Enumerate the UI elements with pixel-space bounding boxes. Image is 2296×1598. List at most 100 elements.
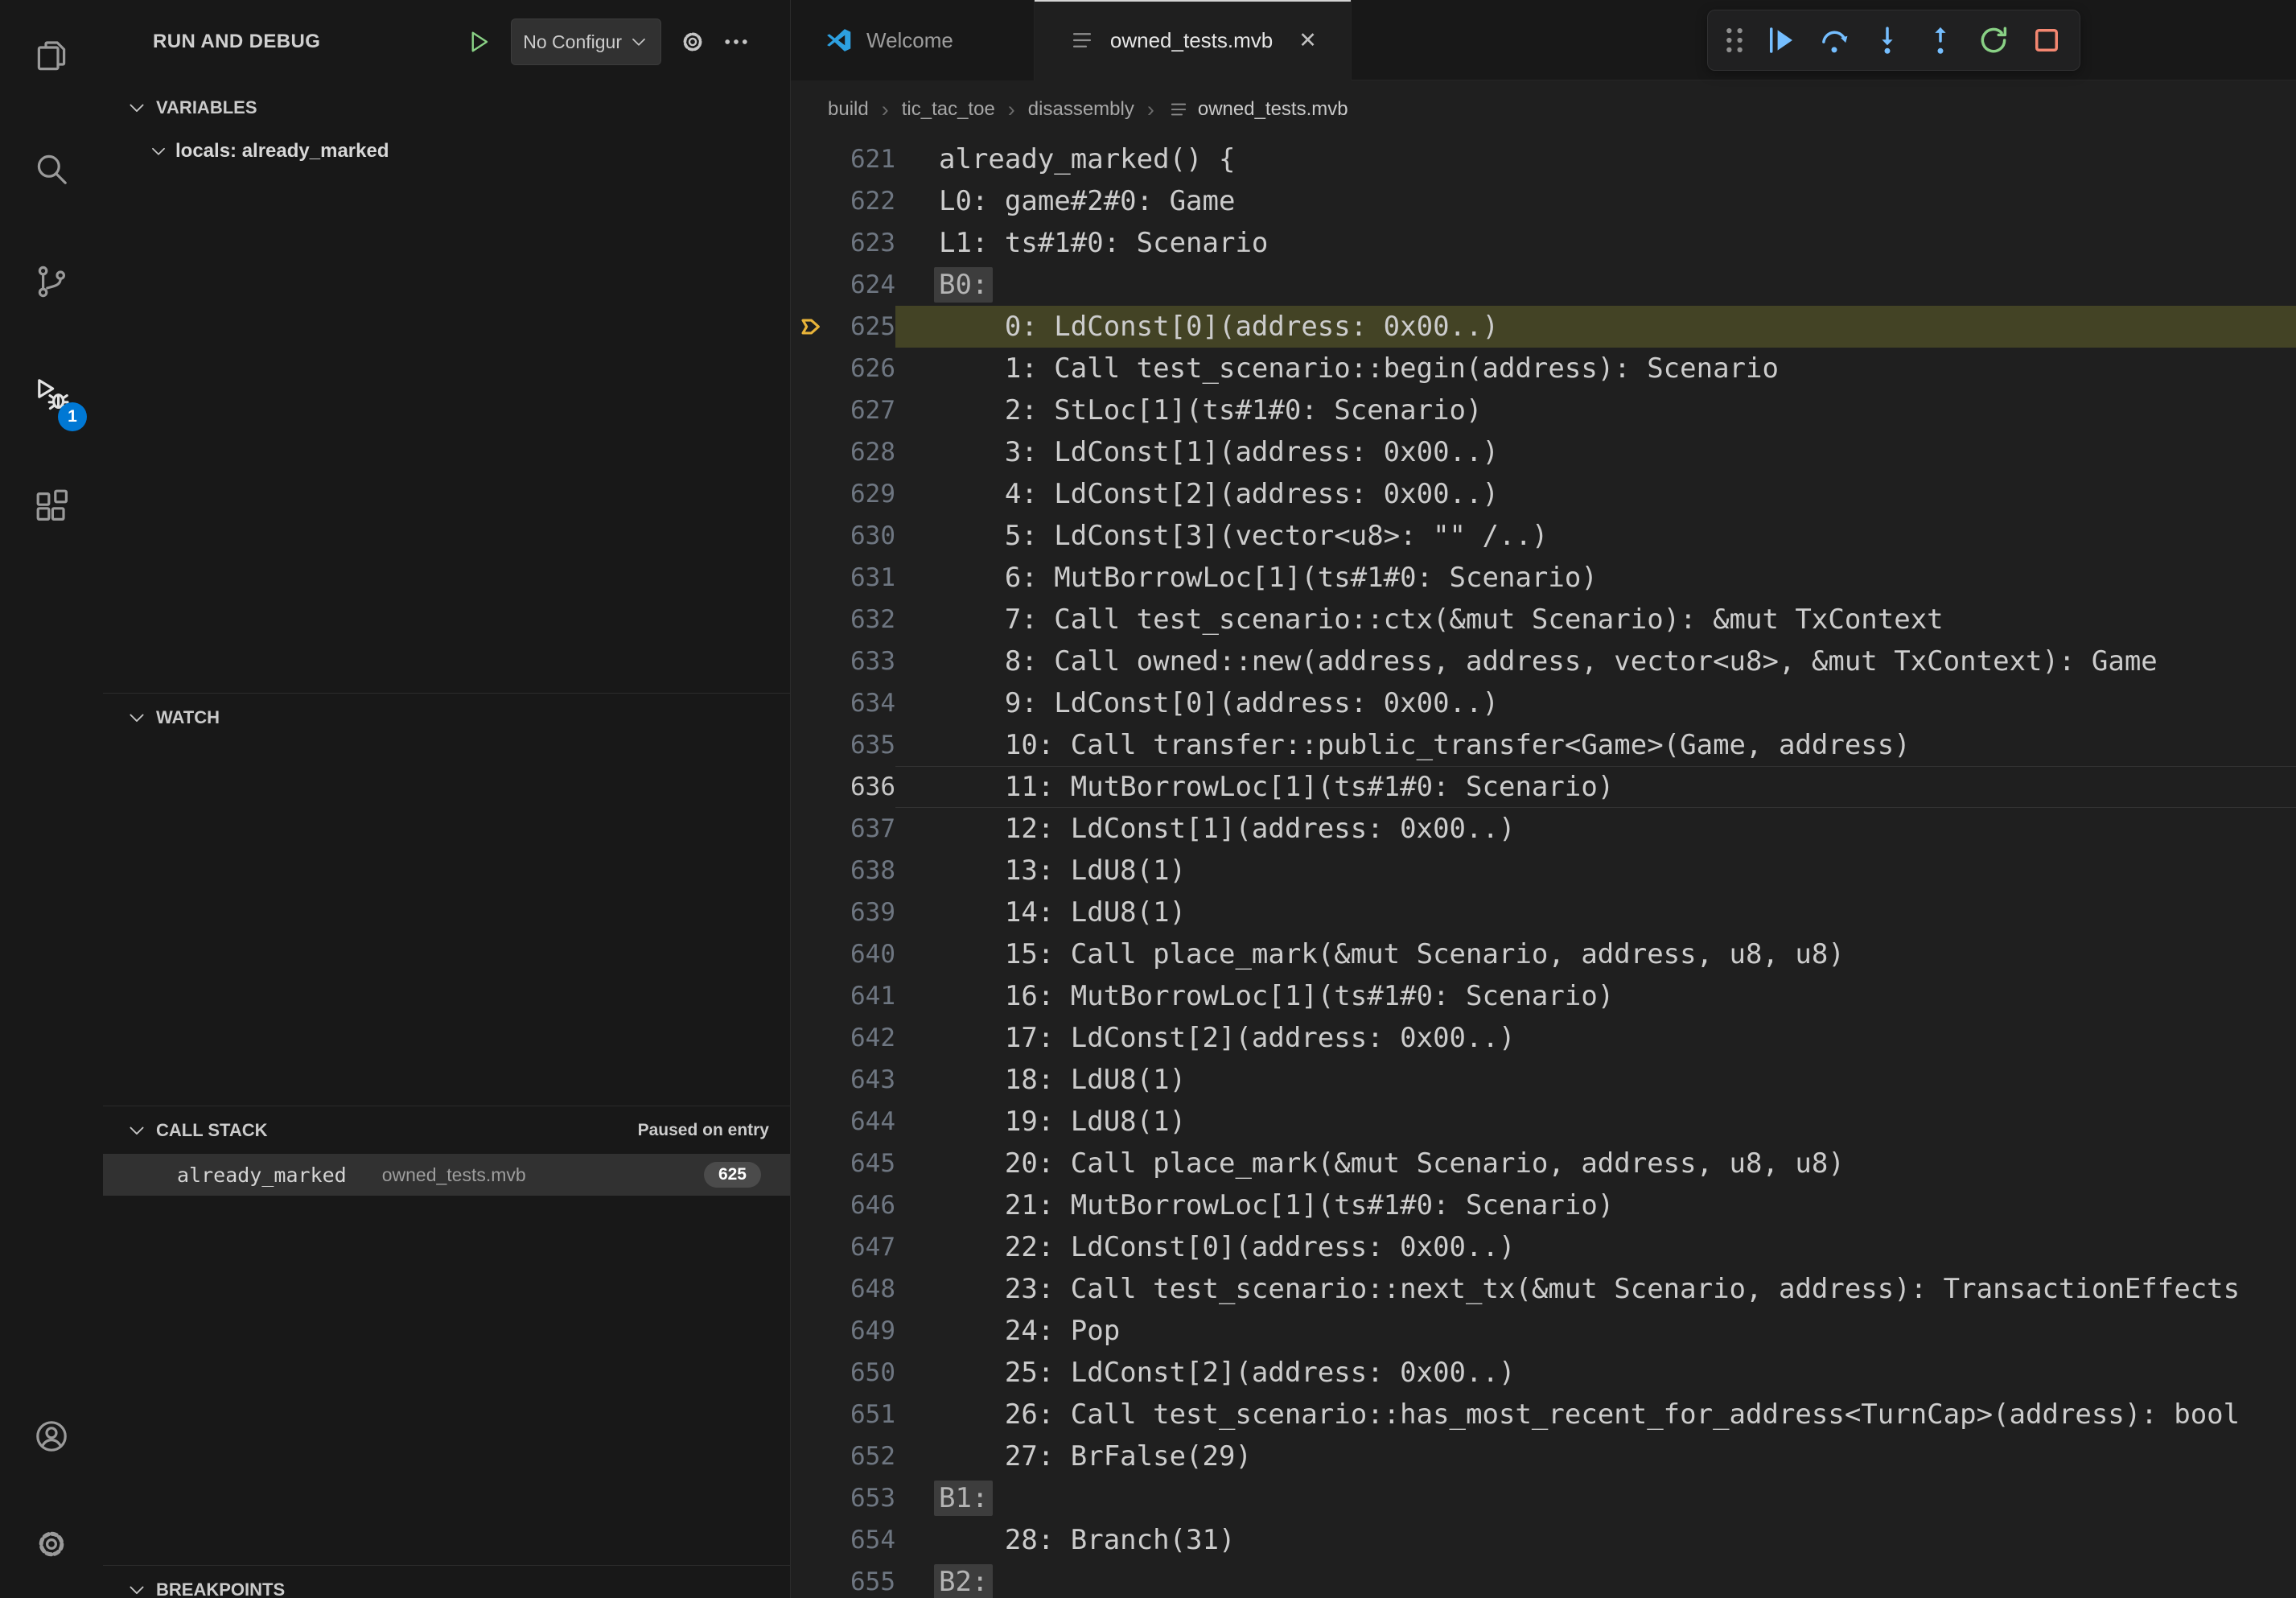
code-text[interactable]: L0: game#2#0: Game bbox=[895, 180, 2296, 222]
accounts-button[interactable] bbox=[0, 1382, 103, 1490]
code-text[interactable]: 4: LdConst[2](address: 0x00..) bbox=[895, 473, 2296, 515]
code-text[interactable]: 27: BrFalse(29) bbox=[895, 1435, 2296, 1477]
breadcrumb-item[interactable]: tic_tac_toe bbox=[902, 98, 995, 121]
glyph-margin[interactable] bbox=[791, 1394, 837, 1435]
code-text[interactable]: 17: LdConst[2](address: 0x00..) bbox=[895, 1017, 2296, 1059]
glyph-margin[interactable] bbox=[791, 933, 837, 975]
glyph-margin[interactable] bbox=[791, 1184, 837, 1226]
source-control-button[interactable] bbox=[0, 225, 103, 338]
glyph-margin[interactable] bbox=[791, 640, 837, 682]
glyph-margin[interactable] bbox=[791, 1268, 837, 1310]
glyph-margin[interactable] bbox=[791, 515, 837, 557]
glyph-margin[interactable] bbox=[791, 1435, 837, 1477]
glyph-margin[interactable] bbox=[791, 1017, 837, 1059]
code-text[interactable]: 23: Call test_scenario::next_tx(&mut Sce… bbox=[895, 1268, 2296, 1310]
code-text[interactable]: 10: Call transfer::public_transfer<Game>… bbox=[895, 724, 2296, 766]
glyph-margin[interactable] bbox=[791, 431, 837, 473]
breadcrumb-item[interactable]: disassembly bbox=[1028, 98, 1134, 121]
code-text[interactable]: B1: bbox=[895, 1477, 2296, 1519]
glyph-margin[interactable] bbox=[791, 1477, 837, 1519]
glyph-margin[interactable] bbox=[791, 682, 837, 724]
glyph-margin[interactable] bbox=[791, 1310, 837, 1352]
search-button[interactable] bbox=[0, 113, 103, 225]
code-text[interactable]: 19: LdU8(1) bbox=[895, 1101, 2296, 1143]
restart-button[interactable] bbox=[1969, 15, 2018, 65]
start-debugging-button[interactable] bbox=[458, 20, 501, 64]
breadcrumb-item[interactable]: build bbox=[828, 98, 869, 121]
code-text[interactable]: 2: StLoc[1](ts#1#0: Scenario) bbox=[895, 389, 2296, 431]
close-icon[interactable]: ✕ bbox=[1298, 28, 1317, 53]
variables-scope-locals[interactable]: locals: already_marked bbox=[103, 132, 790, 171]
code-text[interactable]: 9: LdConst[0](address: 0x00..) bbox=[895, 682, 2296, 724]
code-text[interactable]: already_marked() { bbox=[895, 138, 2296, 180]
code-text[interactable]: 8: Call owned::new(address, address, vec… bbox=[895, 640, 2296, 682]
extensions-button[interactable] bbox=[0, 451, 103, 563]
continue-button[interactable] bbox=[1756, 15, 1806, 65]
glyph-margin[interactable] bbox=[791, 808, 837, 850]
code-text[interactable]: 14: LdU8(1) bbox=[895, 892, 2296, 933]
glyph-margin[interactable] bbox=[791, 892, 837, 933]
code-text[interactable]: 25: LdConst[2](address: 0x00..) bbox=[895, 1352, 2296, 1394]
glyph-margin[interactable] bbox=[791, 599, 837, 640]
code-text[interactable]: 3: LdConst[1](address: 0x00..) bbox=[895, 431, 2296, 473]
tab-owned-tests-mvb[interactable]: owned_tests.mvb✕ bbox=[1035, 0, 1352, 80]
code-text[interactable]: 21: MutBorrowLoc[1](ts#1#0: Scenario) bbox=[895, 1184, 2296, 1226]
glyph-margin[interactable] bbox=[791, 1226, 837, 1268]
code-text[interactable]: 11: MutBorrowLoc[1](ts#1#0: Scenario) bbox=[895, 766, 2296, 808]
code-text[interactable]: B2: bbox=[895, 1561, 2296, 1598]
call-stack-frame[interactable]: already_marked owned_tests.mvb 625 bbox=[103, 1154, 790, 1196]
call-stack-section-header[interactable]: CALL STACK Paused on entry bbox=[103, 1106, 790, 1154]
glyph-margin[interactable] bbox=[791, 306, 837, 348]
glyph-margin[interactable] bbox=[791, 348, 837, 389]
code-text[interactable]: B0: bbox=[895, 264, 2296, 306]
code-text[interactable]: 26: Call test_scenario::has_most_recent_… bbox=[895, 1394, 2296, 1435]
code-text[interactable]: 22: LdConst[0](address: 0x00..) bbox=[895, 1226, 2296, 1268]
debug-settings-button[interactable] bbox=[671, 20, 714, 64]
tab-welcome[interactable]: Welcome bbox=[791, 0, 1035, 80]
code-text[interactable]: 1: Call test_scenario::begin(address): S… bbox=[895, 348, 2296, 389]
glyph-margin[interactable] bbox=[791, 1352, 837, 1394]
more-actions-button[interactable] bbox=[714, 20, 758, 64]
drag-handle[interactable] bbox=[1716, 15, 1753, 65]
glyph-margin[interactable] bbox=[791, 975, 837, 1017]
glyph-margin[interactable] bbox=[791, 1101, 837, 1143]
breadcrumb-item[interactable]: owned_tests.mvb bbox=[1167, 98, 1348, 121]
step-out-button[interactable] bbox=[1915, 15, 1965, 65]
glyph-margin[interactable] bbox=[791, 1143, 837, 1184]
code-text[interactable]: 5: LdConst[3](vector<u8>: "" /..) bbox=[895, 515, 2296, 557]
code-text[interactable]: 7: Call test_scenario::ctx(&mut Scenario… bbox=[895, 599, 2296, 640]
glyph-margin[interactable] bbox=[791, 473, 837, 515]
glyph-margin[interactable] bbox=[791, 138, 837, 180]
stop-button[interactable] bbox=[2022, 15, 2072, 65]
code-text[interactable]: 12: LdConst[1](address: 0x00..) bbox=[895, 808, 2296, 850]
code-text[interactable]: 28: Branch(31) bbox=[895, 1519, 2296, 1561]
glyph-margin[interactable] bbox=[791, 850, 837, 892]
glyph-margin[interactable] bbox=[791, 1059, 837, 1101]
glyph-margin[interactable] bbox=[791, 724, 837, 766]
code-text[interactable]: L1: ts#1#0: Scenario bbox=[895, 222, 2296, 264]
step-into-button[interactable] bbox=[1862, 15, 1912, 65]
glyph-margin[interactable] bbox=[791, 389, 837, 431]
run-and-debug-button[interactable]: 1 bbox=[0, 338, 103, 451]
code-text[interactable]: 16: MutBorrowLoc[1](ts#1#0: Scenario) bbox=[895, 975, 2296, 1017]
config-dropdown[interactable]: No Configur bbox=[511, 19, 661, 65]
explorer-button[interactable] bbox=[0, 0, 103, 113]
breakpoints-section-header[interactable]: BREAKPOINTS bbox=[103, 1565, 790, 1598]
code-text[interactable]: 15: Call place_mark(&mut Scenario, addre… bbox=[895, 933, 2296, 975]
variables-section-header[interactable]: VARIABLES bbox=[103, 84, 790, 132]
glyph-margin[interactable] bbox=[791, 1561, 837, 1598]
step-over-button[interactable] bbox=[1809, 15, 1859, 65]
glyph-margin[interactable] bbox=[791, 222, 837, 264]
code-text[interactable]: 20: Call place_mark(&mut Scenario, addre… bbox=[895, 1143, 2296, 1184]
code-text[interactable]: 24: Pop bbox=[895, 1310, 2296, 1352]
code-text[interactable]: 0: LdConst[0](address: 0x00..) bbox=[895, 306, 2296, 348]
glyph-margin[interactable] bbox=[791, 180, 837, 222]
code-text[interactable]: 6: MutBorrowLoc[1](ts#1#0: Scenario) bbox=[895, 557, 2296, 599]
glyph-margin[interactable] bbox=[791, 557, 837, 599]
watch-section-header[interactable]: WATCH bbox=[103, 693, 790, 741]
code-text[interactable]: 13: LdU8(1) bbox=[895, 850, 2296, 892]
glyph-margin[interactable] bbox=[791, 766, 837, 808]
glyph-margin[interactable] bbox=[791, 264, 837, 306]
code-text[interactable]: 18: LdU8(1) bbox=[895, 1059, 2296, 1101]
glyph-margin[interactable] bbox=[791, 1519, 837, 1561]
